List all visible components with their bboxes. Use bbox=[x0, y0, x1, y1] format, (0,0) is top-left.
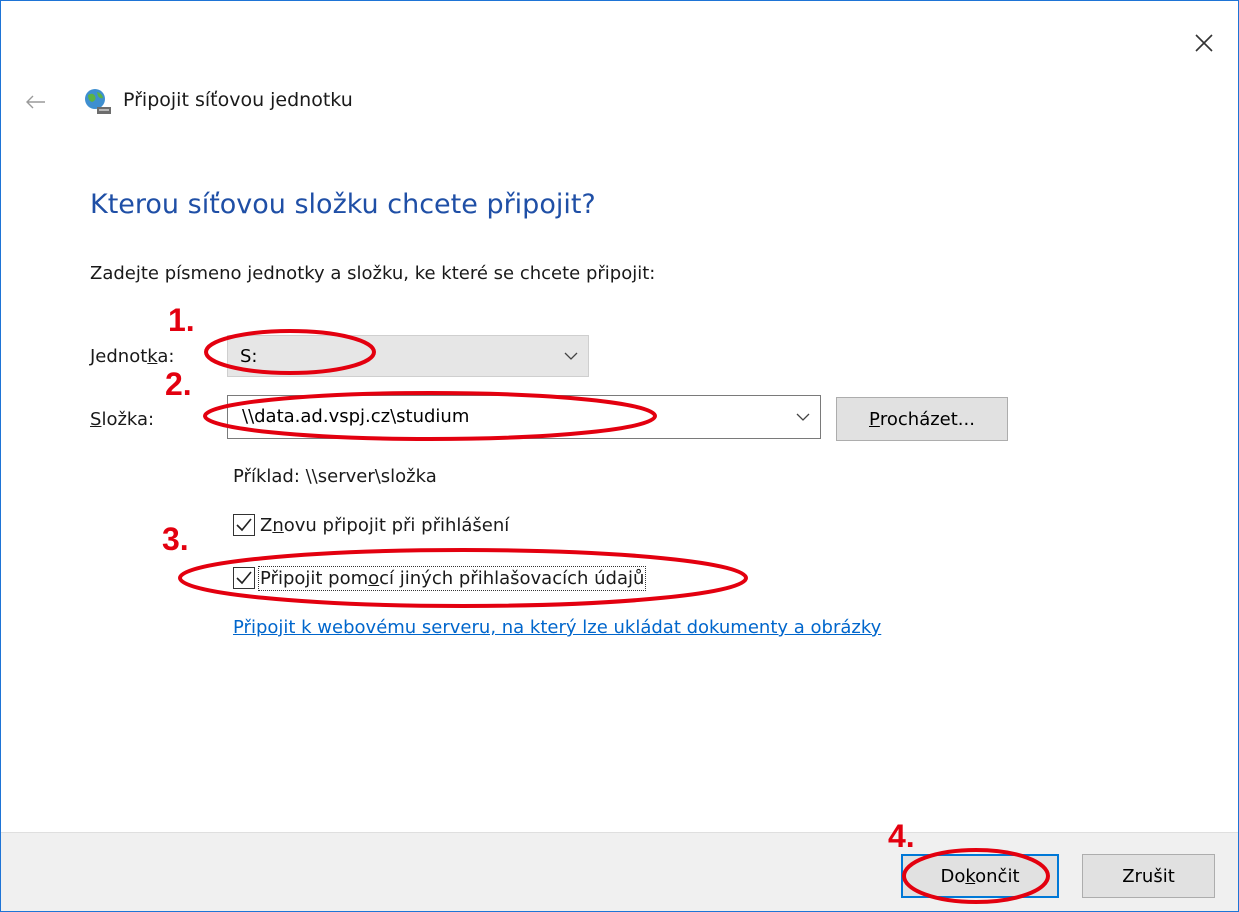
close-icon bbox=[1195, 34, 1213, 52]
other-credentials-label: Připojit pomocí jiných přihlašovacích úd… bbox=[257, 565, 647, 591]
close-button[interactable] bbox=[1179, 23, 1229, 63]
annotation-number-4: 4. bbox=[888, 818, 915, 854]
other-credentials-option[interactable]: Připojit pomocí jiných přihlašovacích úd… bbox=[233, 565, 647, 591]
checkmark-icon bbox=[236, 518, 252, 532]
back-arrow-icon bbox=[26, 95, 45, 109]
reconnect-checkbox[interactable] bbox=[233, 514, 255, 536]
drive-letter-select[interactable]: S: bbox=[227, 335, 589, 377]
map-network-drive-dialog: Připojit síťovou jednotku Kterou síťovou… bbox=[0, 0, 1239, 912]
drive-label: Jednotka: bbox=[90, 346, 175, 367]
back-button[interactable] bbox=[21, 87, 51, 117]
chevron-down-icon[interactable] bbox=[786, 396, 820, 438]
cancel-button[interactable]: Zrušit bbox=[1082, 854, 1215, 898]
reconnect-at-signin-option[interactable]: Znovu připojit při přihlášení bbox=[233, 514, 509, 536]
page-heading: Kterou síťovou složku chcete připojit? bbox=[90, 189, 596, 220]
example-text: Příklad: \\server\složka bbox=[233, 466, 437, 487]
finish-label: Dokončit bbox=[940, 865, 1020, 887]
window-title: Připojit síťovou jednotku bbox=[123, 89, 353, 111]
annotation-number-3: 3. bbox=[162, 521, 189, 557]
folder-path-combobox[interactable]: \\data.ad.vspj.cz\studium bbox=[227, 395, 821, 439]
annotation-number-1: 1. bbox=[168, 302, 195, 338]
instruction-text: Zadejte písmeno jednotky a složku, ke kt… bbox=[90, 263, 656, 284]
drive-letter-value: S: bbox=[240, 346, 258, 367]
checkmark-icon bbox=[236, 571, 252, 585]
annotation-number-2: 2. bbox=[165, 366, 192, 402]
chevron-down-icon bbox=[554, 336, 588, 376]
finish-button[interactable]: Dokončit bbox=[901, 854, 1059, 898]
folder-label: Složka: bbox=[90, 409, 155, 430]
network-drive-icon bbox=[85, 89, 111, 114]
folder-path-value: \\data.ad.vspj.cz\studium bbox=[242, 406, 470, 427]
reconnect-label: Znovu připojit při přihlášení bbox=[260, 514, 510, 536]
web-server-link[interactable]: Připojit k webovému serveru, na který lz… bbox=[233, 617, 881, 638]
other-credentials-checkbox[interactable] bbox=[233, 567, 255, 589]
browse-button[interactable]: Procházet... bbox=[836, 397, 1008, 441]
